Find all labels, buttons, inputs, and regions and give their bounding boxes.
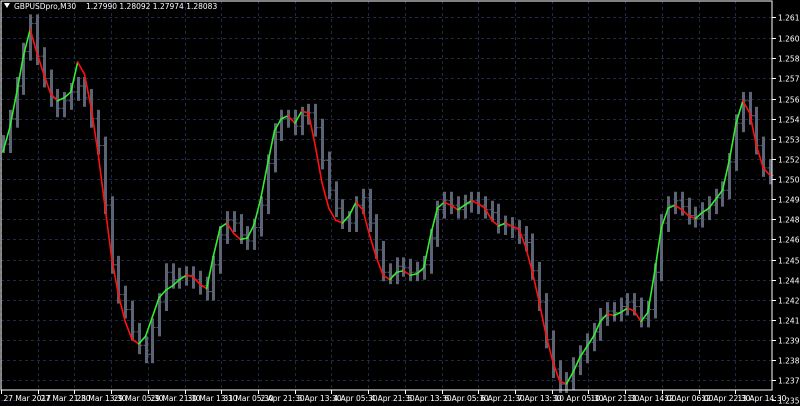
price-tick-label: 1.24940 bbox=[778, 196, 800, 205]
price-tick-label: 1.24805 bbox=[778, 216, 800, 225]
price-tick-label: 1.25755 bbox=[778, 75, 800, 84]
chart-symbol: GBPUSDpro,M30 bbox=[14, 2, 76, 11]
price-tick-label: 1.25075 bbox=[778, 176, 800, 185]
price-tick-label: 1.24400 bbox=[778, 277, 800, 286]
price-tick-label: 1.23725 bbox=[778, 377, 800, 386]
time-tick-label: 13 Apr 14:30 bbox=[738, 394, 787, 403]
price-tick-label: 1.25480 bbox=[778, 116, 800, 125]
price-tick-label: 1.25890 bbox=[778, 55, 800, 64]
chart-background bbox=[0, 0, 800, 406]
price-tick-label: 1.25615 bbox=[778, 96, 800, 105]
price-tick-label: 1.23860 bbox=[778, 357, 800, 366]
price-tick-label: 1.24265 bbox=[778, 297, 800, 306]
price-tick-label: 1.23995 bbox=[778, 337, 800, 346]
price-tick-label: 1.24535 bbox=[778, 257, 800, 266]
price-chart[interactable]: GBPUSDpro,M30 1.27990 1.28092 1.27974 1.… bbox=[0, 0, 800, 406]
price-tick-label: 1.26025 bbox=[778, 35, 800, 44]
price-tick-label: 1.24130 bbox=[778, 317, 800, 326]
price-tick-label: 1.25345 bbox=[778, 136, 800, 145]
price-tick-label: 1.26160 bbox=[778, 14, 800, 23]
price-tick-label: 1.25210 bbox=[778, 156, 800, 165]
price-tick-label: 1.24670 bbox=[778, 236, 800, 245]
chart-quotes: 1.27990 1.28092 1.27974 1.28083 bbox=[86, 2, 217, 11]
